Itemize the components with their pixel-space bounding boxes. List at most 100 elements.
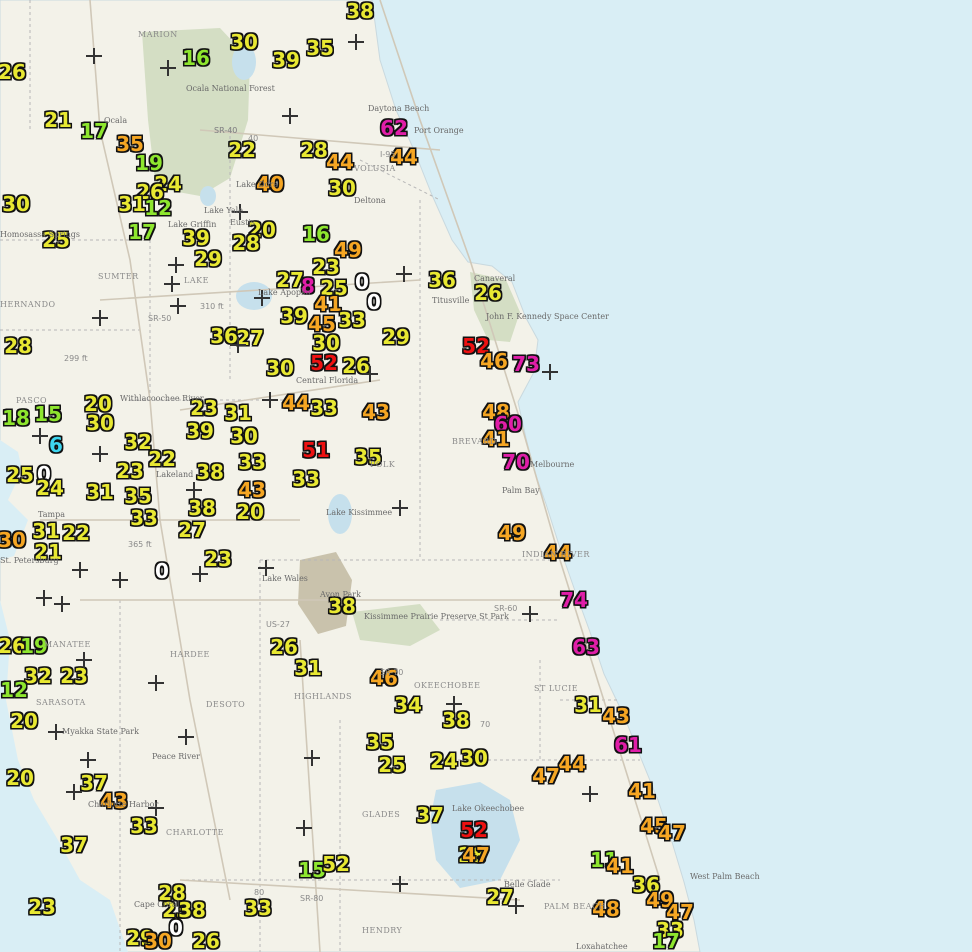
station-value[interactable]: 33 xyxy=(292,468,320,490)
station-value[interactable]: 17 xyxy=(128,221,156,243)
station-value[interactable]: 44 xyxy=(326,151,354,173)
station-value[interactable]: 31 xyxy=(224,402,252,424)
station-value[interactable]: 24 xyxy=(36,477,64,499)
station-value[interactable]: 30 xyxy=(328,177,356,199)
station-value[interactable]: 23 xyxy=(116,460,144,482)
station-value[interactable]: 39 xyxy=(186,420,214,442)
station-value[interactable]: 33 xyxy=(310,397,338,419)
station-value[interactable]: 28 xyxy=(300,139,328,161)
station-value[interactable]: 38 xyxy=(188,497,216,519)
station-value[interactable]: 23 xyxy=(204,548,232,570)
station-value[interactable]: 17 xyxy=(652,930,680,952)
station-value[interactable]: 31 xyxy=(118,193,146,215)
station-value[interactable]: 18 xyxy=(2,407,30,429)
station-value[interactable]: 49 xyxy=(498,522,526,544)
station-value[interactable]: 33 xyxy=(130,815,158,837)
station-value[interactable]: 25 xyxy=(378,754,406,776)
station-value[interactable]: 63 xyxy=(572,636,600,658)
station-value[interactable]: 29 xyxy=(194,248,222,270)
station-value[interactable]: 43 xyxy=(602,705,630,727)
station-value[interactable]: 35 xyxy=(366,731,394,753)
station-value[interactable]: 51 xyxy=(302,439,330,461)
station-value[interactable]: 19 xyxy=(135,152,163,174)
station-value[interactable]: 31 xyxy=(32,520,60,542)
station-value[interactable]: 12 xyxy=(144,197,172,219)
station-value[interactable]: 31 xyxy=(86,481,114,503)
station-value[interactable]: 23 xyxy=(312,256,340,278)
station-value[interactable]: 30 xyxy=(144,930,172,952)
station-value[interactable]: 35 xyxy=(306,37,334,59)
station-value[interactable]: 24 xyxy=(430,750,458,772)
station-map[interactable]: 38 16 30 39 35 26 62 21 17 35 22 28 44 44 19 24 26 40 30 31… xyxy=(0,0,972,952)
station-value[interactable]: 30 xyxy=(266,357,294,379)
station-value[interactable]: 41 xyxy=(606,855,634,877)
station-value[interactable]: 38 xyxy=(196,461,224,483)
station-value[interactable]: 41 xyxy=(628,780,656,802)
station-value[interactable]: 29 xyxy=(382,326,410,348)
station-value[interactable]: 26 xyxy=(0,61,26,83)
station-value[interactable]: 47 xyxy=(462,844,490,866)
station-value[interactable]: 23 xyxy=(28,896,56,918)
station-value[interactable]: 27 xyxy=(178,519,206,541)
station-value[interactable]: 37 xyxy=(60,834,88,856)
station-value[interactable]: 44 xyxy=(282,392,310,414)
station-value[interactable]: 0 xyxy=(155,560,169,582)
station-value[interactable]: 33 xyxy=(238,451,266,473)
station-value[interactable]: 16 xyxy=(302,223,330,245)
station-value[interactable]: 30 xyxy=(460,747,488,769)
road-label: 40 xyxy=(248,134,259,143)
station-value[interactable]: 44 xyxy=(558,753,586,775)
station-value[interactable]: 30 xyxy=(86,412,114,434)
station-value[interactable]: 20 xyxy=(236,501,264,523)
station-value[interactable]: 33 xyxy=(130,507,158,529)
station-value[interactable]: 61 xyxy=(614,734,642,756)
station-value[interactable]: 46 xyxy=(480,350,508,372)
station-value[interactable]: 20 xyxy=(10,710,38,732)
station-value[interactable]: 33 xyxy=(244,897,272,919)
station-value[interactable]: 43 xyxy=(238,479,266,501)
station-value[interactable]: 47 xyxy=(658,822,686,844)
station-value[interactable]: 16 xyxy=(182,47,210,69)
station-value[interactable]: 12 xyxy=(0,679,28,701)
station-value[interactable]: 34 xyxy=(394,694,422,716)
station-value[interactable]: 33 xyxy=(338,309,366,331)
station-value[interactable]: 6 xyxy=(49,434,63,456)
station-value[interactable]: 22 xyxy=(148,448,176,470)
station-value[interactable]: 52 xyxy=(460,819,488,841)
station-value[interactable]: 28 xyxy=(4,335,32,357)
station-value[interactable]: 30 xyxy=(230,31,258,53)
station-value[interactable]: 74 xyxy=(560,589,588,611)
station-value[interactable]: 39 xyxy=(182,227,210,249)
station-value[interactable]: 23 xyxy=(60,665,88,687)
station-value[interactable]: 35 xyxy=(124,485,152,507)
station-value[interactable]: 25 xyxy=(6,464,34,486)
station-value[interactable]: 43 xyxy=(362,401,390,423)
station-value[interactable]: 31 xyxy=(574,694,602,716)
station-value[interactable]: 30 xyxy=(2,193,30,215)
station-value[interactable]: 31 xyxy=(294,657,322,679)
station-value[interactable]: 38 xyxy=(442,709,470,731)
station-value[interactable]: 21 xyxy=(44,109,72,131)
station-value[interactable]: 22 xyxy=(62,522,90,544)
station-value[interactable]: 36 xyxy=(428,269,456,291)
station-value[interactable]: 47 xyxy=(532,765,560,787)
station-value[interactable]: 26 xyxy=(474,282,502,304)
station-value[interactable]: 20 xyxy=(6,767,34,789)
station-value[interactable]: 70 xyxy=(502,451,530,473)
station-value[interactable]: 39 xyxy=(272,49,300,71)
station-value[interactable]: 37 xyxy=(416,804,444,826)
station-value[interactable]: 52 xyxy=(322,853,350,875)
station-value[interactable]: 30 xyxy=(230,425,258,447)
station-value[interactable]: 38 xyxy=(346,0,374,22)
station-value[interactable]: 0 xyxy=(367,291,381,313)
station-value[interactable]: 39 xyxy=(280,305,308,327)
station-value[interactable]: 15 xyxy=(34,403,62,425)
station-value[interactable]: 32 xyxy=(24,665,52,687)
station-value[interactable]: 26 xyxy=(192,930,220,952)
station-value[interactable]: 62 xyxy=(380,117,408,139)
station-value[interactable]: 26 xyxy=(270,636,298,658)
station-value[interactable]: 28 xyxy=(232,232,260,254)
station-value[interactable]: 73 xyxy=(512,353,540,375)
station-value[interactable]: 30 xyxy=(0,529,26,551)
station-value[interactable]: 52 xyxy=(310,352,338,374)
